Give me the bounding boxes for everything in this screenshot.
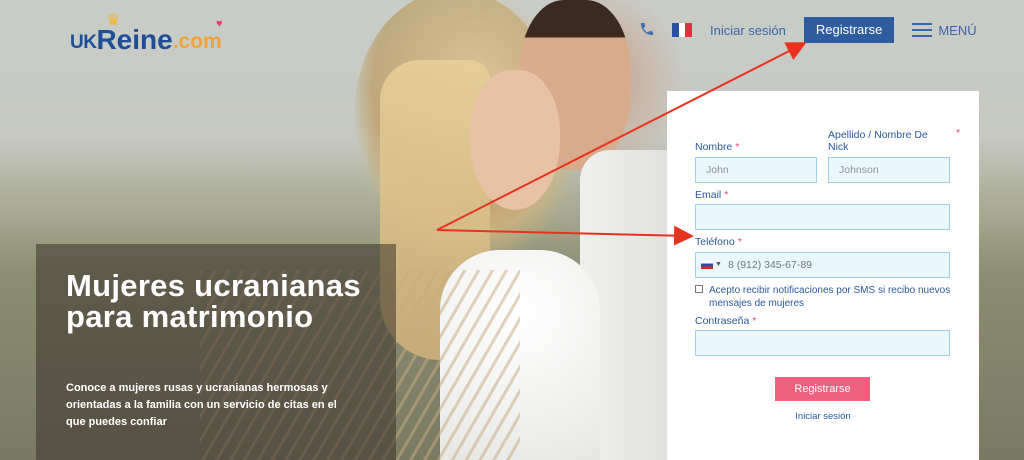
sms-consent-checkbox[interactable]: [695, 285, 703, 293]
sms-consent-text: Acepto recibir notificaciones por SMS si…: [709, 285, 951, 309]
logo-com: .com: [172, 30, 222, 53]
register-button[interactable]: Registrarse: [803, 17, 895, 43]
menu-label: MENÚ: [938, 22, 977, 38]
hero-face: [470, 70, 560, 210]
crown-icon: ♛: [106, 12, 121, 29]
site-logo[interactable]: ♛ UK Reine ♥ .com: [70, 12, 223, 55]
submit-register-button[interactable]: Registrarse: [775, 377, 870, 401]
phone-placeholder: 8 (912) 345-67-89: [727, 259, 812, 271]
logo-uk: UK: [70, 32, 97, 53]
menu-button[interactable]: MENÚ: [912, 22, 977, 38]
logo-reine: Reine: [96, 24, 173, 55]
first-name-label: Nombre *: [695, 141, 740, 153]
first-name-field[interactable]: John: [695, 157, 817, 183]
form-login-link[interactable]: Iniciar sesión: [667, 411, 979, 422]
page-title: Mujeres ucranianas para matrimonio: [66, 268, 361, 334]
hero-description: Conoce a mujeres rusas y ucranianas herm…: [66, 382, 337, 428]
phone-icon[interactable]: [638, 21, 656, 39]
sms-consent-row: Acepto recibir notificaciones por SMS si…: [695, 284, 955, 310]
flag-france-icon[interactable]: [672, 23, 693, 37]
registration-form: Nombre * Apellido / Nombre De Nick * John…: [667, 91, 979, 460]
email-label: Email *: [695, 189, 729, 201]
last-name-required-mark: *: [956, 127, 961, 139]
last-name-label: Apellido / Nombre De Nick: [828, 129, 928, 153]
last-name-field[interactable]: Johnson: [828, 157, 950, 183]
email-field[interactable]: [695, 204, 950, 230]
phone-label: Teléfono *: [695, 236, 742, 248]
chevron-down-icon: ▼: [715, 261, 722, 269]
phone-field[interactable]: ▼ 8 (912) 345-67-89: [695, 252, 950, 278]
flag-russia-icon[interactable]: [701, 261, 713, 270]
menu-icon: [912, 23, 933, 37]
header-nav: Iniciar sesión Registrarse MENÚ: [638, 17, 977, 43]
heart-icon: ♥: [216, 18, 223, 30]
password-label: Contraseña *: [695, 315, 757, 327]
password-field[interactable]: [695, 330, 950, 356]
login-link[interactable]: Iniciar sesión: [710, 23, 786, 38]
